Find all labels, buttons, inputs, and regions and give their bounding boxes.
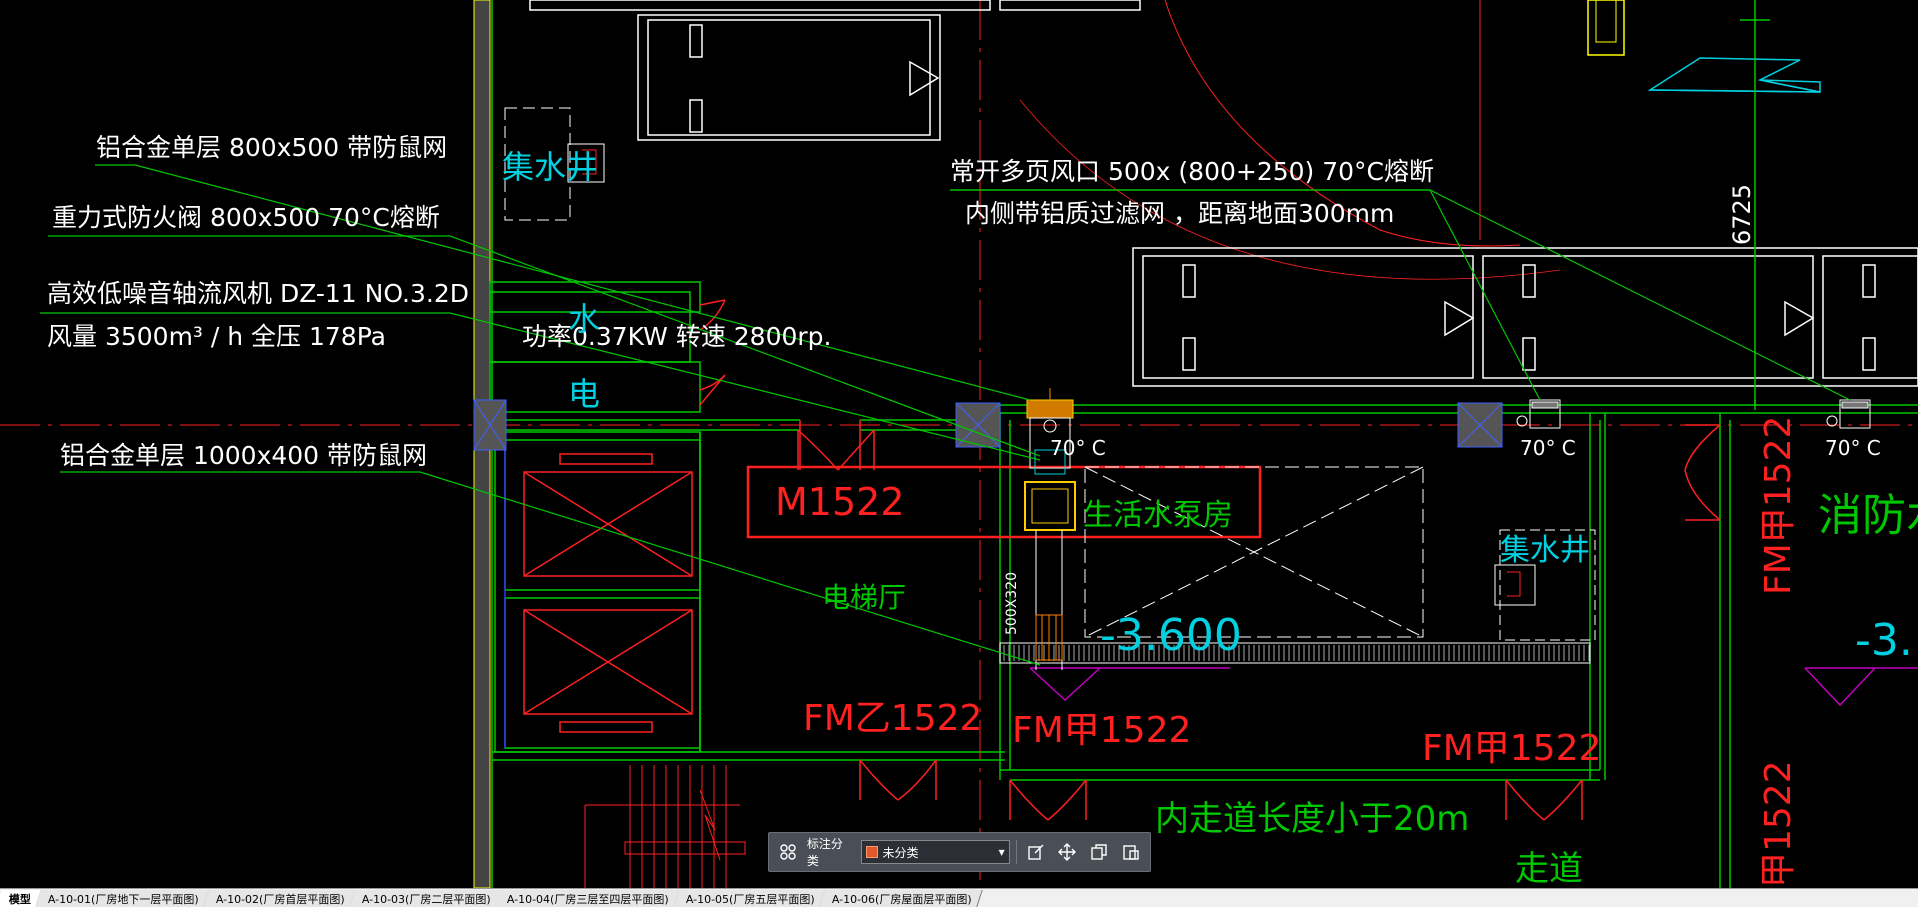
sump-label-2: 集水井 (1500, 533, 1590, 568)
category-label: 标注分类 (806, 837, 843, 868)
note-louver-800x500: 铝合金单层 800x500 带防鼠网 (96, 133, 447, 162)
tab-layout-4[interactable]: A-10-04(厂房三层至四层平面图) (494, 890, 681, 907)
trench-grating (999, 642, 1591, 664)
tab-layout-5[interactable]: A-10-05(厂房五层平面图) (673, 890, 826, 907)
door-fmz1522: FM乙1522 (803, 698, 982, 739)
elevator-hall-label: 电梯厅 (822, 581, 906, 614)
grid-icon[interactable] (775, 839, 801, 865)
edit-icon[interactable] (1023, 839, 1049, 865)
green-walls (489, 0, 1918, 888)
shaft-elec-label: 电 (568, 375, 600, 413)
walkway-label: 走道 (1515, 849, 1583, 888)
copy-icon[interactable] (1086, 839, 1112, 865)
tab-layout-3[interactable]: A-10-03(厂房二层平面图) (348, 890, 502, 907)
tab-label: A-10-04(厂房三层至四层平面图) (507, 892, 670, 906)
tab-label: A-10-05(厂房五层平面图) (686, 892, 816, 906)
leader-lines (40, 164, 1851, 666)
level-label-2: -3. (1855, 615, 1913, 666)
tab-label: A-10-02(厂房首层平面图) (215, 892, 345, 906)
dimension-label: 6725 (1728, 184, 1756, 245)
fan-duct-column (1024, 388, 1076, 670)
tab-label: A-10-06(厂房屋面层平面图) (832, 892, 972, 906)
note-air-outlet: 常开多页风口 500x (800+250) 70°C熔断 (950, 157, 1434, 186)
annotation-toolbar: 标注分类 未分类 ▾ (768, 832, 1151, 872)
chevron-down-icon: ▾ (998, 845, 1005, 859)
tab-layout-1[interactable]: A-10-01(厂房地下一层平面图) (35, 890, 210, 907)
cad-drawing-canvas[interactable]: 铝合金单层 800x500 带防鼠网 重力式防火阀 800x500 70°C熔断… (0, 0, 1918, 888)
tab-layout-2[interactable]: A-10-02(厂房首层平面图) (203, 890, 356, 907)
temp-label-2: 70° C (1520, 436, 1576, 460)
tab-label: A-10-01(厂房地下一层平面图) (48, 892, 199, 906)
pump-room-label: 生活水泵房 (1083, 498, 1233, 533)
shaft-water-label: 水 (568, 300, 600, 338)
door-fmj1522-1: FM甲1522 (1012, 710, 1191, 751)
note-filter: 内侧带铝质过滤网 ，距离地面300mm (965, 199, 1394, 228)
category-selected-value: 未分类 (882, 845, 919, 860)
stair-hatch (584, 765, 746, 888)
fire-pool-label: 消防水 (1818, 490, 1918, 541)
temp-label-1: 70° C (1050, 436, 1106, 460)
tab-label: A-10-03(厂房二层平面图) (361, 892, 491, 906)
door-fmj1522-4: 甲1522 (1758, 760, 1799, 888)
paste-icon[interactable] (1118, 839, 1144, 865)
layout-tab-bar: 模型 A-10-01(厂房地下一层平面图) A-10-02(厂房首层平面图) A-10… (0, 888, 1918, 907)
tab-layout-6[interactable]: A-10-06(厂房屋面层平面图) (819, 890, 983, 907)
duct-size-label: 500X320 (1004, 572, 1020, 635)
level-markers (1029, 667, 1918, 707)
category-select[interactable]: 未分类 ▾ (860, 840, 1010, 864)
note-axial-fan: 高效低噪音轴流风机 DZ-11 NO.3.2D (47, 279, 469, 308)
door-fmj1522-3: FM甲1522 (1758, 416, 1799, 595)
door-m1522: M1522 (775, 480, 905, 524)
note-fire-damper: 重力式防火阀 800x500 70°C熔断 (52, 203, 440, 232)
note-airflow: 风量 3500m³ / h 全压 178Pa (47, 322, 386, 351)
corridor-note: 内走道长度小于20m (1155, 799, 1469, 839)
door-fmj1522-2: FM甲1522 (1422, 728, 1601, 769)
level-label-1: -3.600 (1100, 610, 1242, 661)
tab-label: 模型 (9, 892, 31, 906)
temp-label-3: 70° C (1825, 436, 1881, 460)
category-color-swatch (865, 846, 878, 858)
top-column (1587, 0, 1625, 56)
note-louver-1000x400: 铝合金单层 1000x400 带防鼠网 (60, 441, 427, 470)
sump-label-1: 集水井 (502, 148, 598, 186)
grille-symbols (1516, 399, 1871, 429)
move-icon[interactable] (1054, 839, 1080, 865)
cyan-arrow-icon (1647, 57, 1821, 93)
